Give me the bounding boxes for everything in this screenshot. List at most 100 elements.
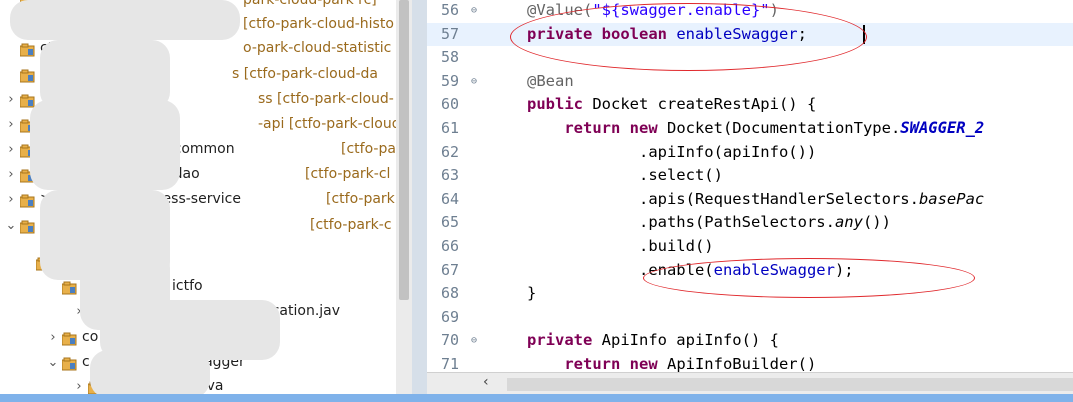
fold-toggle-icon[interactable]: ⊖ [471, 329, 477, 353]
project-folder-icon [19, 92, 35, 108]
window-bottom-border [0, 394, 1073, 402]
line-number: 65 [441, 213, 460, 232]
line-number: 61 [441, 119, 460, 137]
code-token: ApiInfo apiInfo() { [601, 331, 779, 350]
expand-right-icon[interactable]: › [4, 187, 18, 212]
code-line[interactable]: 65 .paths(PathSelectors.any()) [427, 211, 1073, 235]
expand-right-icon[interactable]: › [4, 87, 18, 112]
code-token: return new [564, 355, 667, 372]
code-text: public Docket createRestApi() { [527, 93, 816, 117]
code-token: } [527, 284, 537, 303]
code-token: Docket createRestApi() { [592, 95, 817, 114]
expand-right-icon[interactable]: › [46, 325, 60, 350]
project-folder-icon [19, 67, 35, 83]
project-folder-icon [19, 192, 35, 208]
code-token: .paths(PathSelectors. [527, 213, 835, 232]
code-token: .build() [527, 237, 714, 255]
expand-right-icon[interactable]: › [4, 137, 18, 162]
expand-down-icon[interactable]: ⌄ [4, 213, 18, 238]
red-annotation-ellipse [510, 3, 867, 71]
tree-item-project: s [ctfo-park-cloud-da [232, 66, 379, 82]
code-token: ApiInfoBuilder() [666, 355, 817, 372]
tree-item-project: [ctfo-park-cl [305, 166, 391, 182]
code-token: .apis(RequestHandlerSelectors. [527, 189, 919, 208]
code-editor[interactable]: 56 ⊖ @Value("${swagger.enable}") 57 private … [427, 0, 1073, 372]
project-folder-icon [19, 218, 35, 234]
code-token: @Bean [527, 71, 574, 90]
code-text: return new Docket(DocumentationType.SWAG… [527, 117, 984, 141]
line-number: 64 [441, 189, 460, 208]
tree-item-label: c [82, 354, 90, 370]
tree-item-project: o-park-cloud-statistic [243, 40, 392, 56]
code-line[interactable]: 60 public Docket createRestApi() { [427, 93, 1073, 117]
line-number: 57 [441, 24, 460, 43]
code-token: SWAGGER_2 [900, 119, 985, 137]
code-token: .select() [527, 166, 723, 185]
code-token: Docket(DocumentationType. [666, 119, 901, 137]
line-number: 68 [441, 284, 460, 303]
code-text: } [527, 282, 536, 306]
code-token: public [527, 95, 593, 114]
tree-item-project: ss [ctfo-park-cloud- [258, 91, 394, 107]
editor-horizontal-scrollbar[interactable]: ‹ [427, 372, 1073, 395]
expand-right-icon[interactable]: › [4, 162, 18, 187]
code-line[interactable]: 62 .apiInfo(apiInfo()) [427, 141, 1073, 165]
tree-item-project: [ctfo-park-cloud-histo [243, 16, 394, 32]
code-text: private ApiInfo apiInfo() { [527, 329, 779, 353]
code-text: .select() [527, 164, 723, 188]
line-number: 67 [441, 260, 460, 279]
line-number: 66 [441, 237, 460, 255]
fold-toggle-icon[interactable]: ⊖ [471, 70, 477, 94]
code-line[interactable]: 69 [427, 306, 1073, 330]
code-line[interactable]: 63 .select() [427, 164, 1073, 188]
code-line[interactable]: 71 return new ApiInfoBuilder() [427, 353, 1073, 372]
scroll-left-arrow-icon[interactable]: ‹ [483, 374, 489, 390]
package-explorer: park-cloud-park rc] [ctfo-park-cloud-hist… [0, 0, 415, 398]
project-folder-icon [61, 355, 77, 371]
tree-item-project: -api [ctfo-park-cloud [258, 116, 401, 132]
pane-splitter[interactable] [412, 0, 427, 398]
code-text: .apis(RequestHandlerSelectors.basePac [527, 188, 984, 212]
code-line[interactable]: 64 .apis(RequestHandlerSelectors.basePac [427, 188, 1073, 212]
code-token: basePac [918, 189, 985, 208]
tree-item-name: ictfo [172, 278, 203, 294]
tree-item-project: [ctfo-park-c [310, 217, 392, 233]
code-line[interactable]: 66 .build() [427, 235, 1073, 259]
privacy-blur [30, 100, 180, 190]
line-number: 71 [441, 355, 460, 372]
project-folder-icon [61, 279, 77, 295]
code-text: .paths(PathSelectors.any()) [527, 211, 891, 235]
privacy-blur [10, 0, 240, 40]
explorer-scroll-thumb[interactable] [399, 0, 409, 300]
line-number: 69 [441, 307, 460, 326]
code-token: return new [564, 119, 667, 137]
project-folder-icon [61, 330, 77, 346]
code-token: any [834, 213, 863, 232]
expand-down-icon[interactable]: ⌄ [46, 350, 60, 375]
code-token: private [527, 331, 602, 350]
code-text: return new ApiInfoBuilder() [527, 353, 816, 372]
expand-right-icon[interactable]: › [4, 112, 18, 137]
project-folder-icon [19, 41, 35, 57]
code-text: .build() [527, 235, 714, 259]
code-line[interactable]: 70 ⊖ private ApiInfo apiInfo() { [427, 329, 1073, 353]
scroll-track[interactable] [507, 378, 1073, 391]
code-token: ()) [862, 213, 891, 232]
code-line[interactable]: 61 return new Docket(DocumentationType.S… [427, 117, 1073, 141]
line-number: 63 [441, 166, 460, 185]
line-number: 62 [441, 142, 460, 161]
code-text: @Bean [527, 70, 574, 94]
privacy-blur [90, 350, 210, 398]
line-number: 60 [441, 95, 460, 114]
line-number: 58 [441, 48, 460, 67]
explorer-vertical-scrollbar[interactable] [396, 0, 412, 398]
red-annotation-ellipse [643, 258, 975, 298]
tree-item-project: [ctfo-pa [341, 141, 396, 157]
code-token: .apiInfo(apiInfo()) [527, 142, 817, 161]
fold-toggle-icon[interactable]: ⊖ [471, 0, 477, 23]
tree-item-project: [ctfo-park [326, 191, 395, 207]
code-text: .apiInfo(apiInfo()) [527, 141, 816, 165]
code-line[interactable]: 59 ⊖ @Bean [427, 70, 1073, 94]
